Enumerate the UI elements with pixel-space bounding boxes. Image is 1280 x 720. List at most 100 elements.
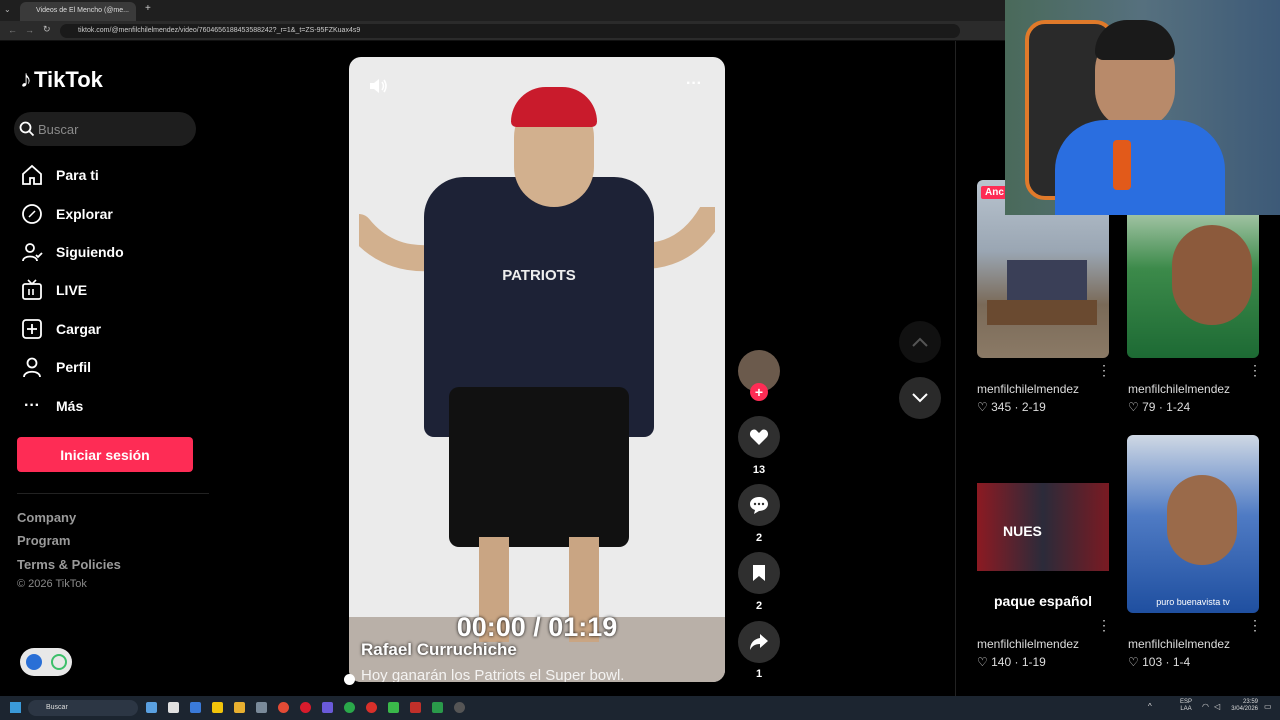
excel-icon[interactable]: [432, 702, 443, 713]
language-indicator[interactable]: ESP LAA: [1180, 699, 1192, 713]
related-video-thumb[interactable]: NUES paque español: [977, 435, 1109, 613]
windows-start-icon[interactable]: [10, 702, 21, 713]
discord-icon[interactable]: [322, 702, 333, 713]
forward-icon[interactable]: →: [25, 25, 34, 35]
nav-explorar[interactable]: Explorar: [20, 201, 113, 227]
thumb-people: [1007, 260, 1087, 300]
nav-label: Explorar: [56, 206, 113, 222]
url-field[interactable]: tiktok.com/@menfilchilelmendez/video/760…: [60, 24, 960, 38]
related-stats: ♡ 345 · 2-19: [977, 400, 1046, 414]
like-count: 13: [752, 464, 766, 476]
footer-link-program[interactable]: Program: [17, 533, 70, 548]
reload-icon[interactable]: ↻: [43, 24, 51, 35]
webcam-overlay: [1005, 0, 1280, 215]
footer-link-company[interactable]: Company: [17, 510, 76, 525]
new-tab-icon[interactable]: +: [145, 3, 151, 14]
back-icon[interactable]: ←: [8, 25, 17, 35]
webcam-shirt: [1055, 120, 1225, 215]
save-button[interactable]: [738, 552, 780, 594]
power-icon[interactable]: [51, 654, 67, 670]
related-more-icon[interactable]: ⋮: [1097, 362, 1111, 379]
related-more-icon[interactable]: ⋮: [1248, 362, 1262, 379]
following-icon: [20, 240, 44, 264]
notification-icon[interactable]: ▭: [1264, 702, 1272, 711]
profile-icon: [20, 355, 44, 379]
dot-separator: ·: [1014, 655, 1019, 669]
related-more-icon[interactable]: ⋮: [1097, 617, 1111, 634]
play-icon[interactable]: [388, 702, 399, 713]
related-date: 2-19: [1021, 400, 1046, 414]
related-user[interactable]: menfilchilelmendez: [977, 382, 1079, 396]
related-stats: ♡ 140 · 1-19: [977, 655, 1046, 669]
comment-button[interactable]: [738, 484, 780, 526]
app-icon[interactable]: [256, 702, 267, 713]
related-user[interactable]: menfilchilelmendez: [1128, 637, 1230, 651]
obs-icon[interactable]: [454, 702, 465, 713]
thumb-overlay-text: paque español: [993, 593, 1093, 609]
login-button[interactable]: Iniciar sesión: [17, 437, 193, 472]
comment-count: 2: [755, 532, 763, 544]
thumb-overlay-text: puro buenavista tv: [1156, 597, 1230, 607]
app-red-icon[interactable]: [410, 702, 421, 713]
xbox-icon[interactable]: [344, 702, 355, 713]
media-player-icon[interactable]: [366, 702, 377, 713]
taskbar-search[interactable]: Buscar: [28, 700, 138, 716]
like-button[interactable]: [738, 416, 780, 458]
webcam-microphone: [1113, 140, 1131, 190]
comment-icon: [750, 497, 768, 514]
nav-perfil[interactable]: Perfil: [20, 354, 91, 380]
video-author[interactable]: Rafael Curruchiche: [361, 640, 517, 660]
nav-live[interactable]: LIVE: [20, 277, 87, 303]
share-count: 1: [755, 668, 763, 680]
related-more-icon[interactable]: ⋮: [1248, 617, 1262, 634]
tab-list-icon[interactable]: ⌄: [4, 5, 11, 14]
heart-outline-icon: ♡: [1128, 400, 1139, 414]
nav-cargar[interactable]: Cargar: [20, 316, 101, 342]
progress-scrubber[interactable]: [344, 674, 355, 685]
clock-date: 3/04/2026: [1231, 706, 1258, 712]
nav-label: Más: [56, 398, 84, 414]
widgets-icon[interactable]: [146, 702, 157, 713]
browser-tab[interactable]: Videos de El Mencho (@me...: [20, 2, 136, 21]
related-video-thumb[interactable]: puro buenavista tv: [1127, 435, 1259, 613]
nav-label: Cargar: [56, 321, 102, 337]
file-explorer-icon[interactable]: [234, 702, 245, 713]
share-button[interactable]: [738, 621, 780, 663]
thumb-face: [1167, 475, 1237, 565]
nav-para-ti[interactable]: Para ti: [20, 162, 99, 188]
video-more-icon[interactable]: ···: [686, 75, 702, 93]
next-video-button[interactable]: [899, 377, 941, 419]
live-tv-icon: [20, 278, 44, 302]
sticky-notes-icon[interactable]: [212, 702, 223, 713]
save-count: 2: [755, 600, 763, 612]
related-stats: ♡ 79 · 1-24: [1128, 400, 1190, 414]
compass-icon: [20, 202, 44, 226]
pinned-badge: Anc: [981, 186, 1008, 199]
clock[interactable]: 23:59 3/04/2026: [1226, 699, 1258, 713]
volume-icon[interactable]: [367, 75, 389, 102]
related-user[interactable]: menfilchilelmendez: [977, 637, 1079, 651]
shirt-text: PATRIOTS: [502, 267, 576, 284]
share-arrow-icon: [750, 634, 768, 650]
nav-siguiendo[interactable]: Siguiendo: [20, 239, 124, 265]
chrome-icon[interactable]: [278, 702, 289, 713]
opera-icon[interactable]: [300, 702, 311, 713]
video-caption: Hoy ganarán los Patriots el Super bowl.: [361, 667, 625, 682]
tiktok-logo[interactable]: ♪TikTok: [20, 66, 103, 94]
thumb-marimba: [987, 300, 1097, 325]
outlook-icon[interactable]: [190, 702, 201, 713]
nav-mas[interactable]: ··· Más: [20, 393, 83, 419]
extension-widget[interactable]: [20, 648, 72, 676]
previous-video-button[interactable]: [899, 321, 941, 363]
wifi-icon[interactable]: ◠: [1202, 702, 1209, 711]
thumb-stage: NUES: [977, 483, 1109, 571]
clock-time: 23:59: [1242, 699, 1258, 705]
task-view-icon[interactable]: [168, 702, 179, 713]
follow-plus-icon[interactable]: +: [750, 383, 768, 401]
video-player[interactable]: PATRIOTS ···: [349, 57, 725, 682]
tray-chevron-icon[interactable]: ^: [1148, 702, 1152, 711]
extension-logo-icon: [26, 654, 42, 670]
footer-link-terms[interactable]: Terms & Policies: [17, 557, 121, 572]
volume-tray-icon[interactable]: ◁: [1214, 702, 1220, 711]
related-user[interactable]: menfilchilelmendez: [1128, 382, 1230, 396]
